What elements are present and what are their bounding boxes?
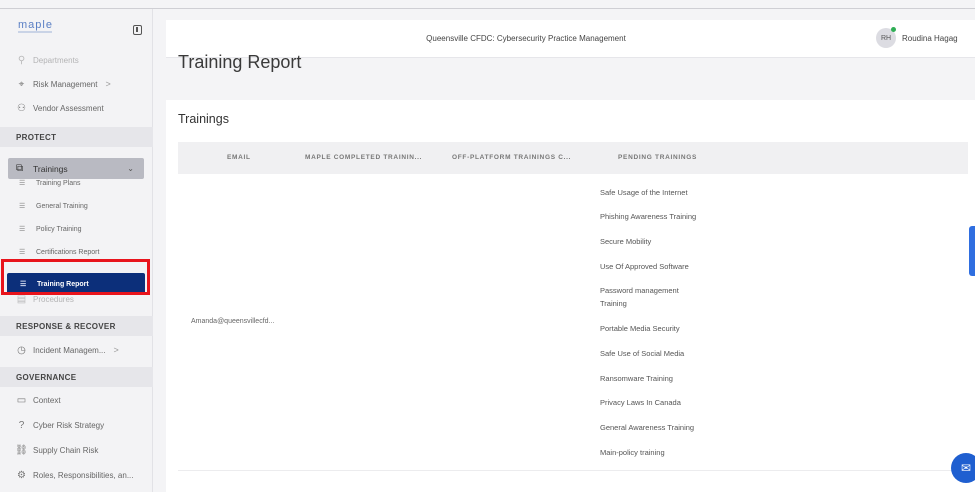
sidebar-subitem-label: General Training (36, 202, 88, 210)
sidebar-item-label: Vendor Assessment (33, 103, 104, 113)
radar-icon: ⌖ (18, 78, 25, 90)
collapse-sidebar-icon[interactable] (133, 25, 142, 35)
pending-training-item: Training (600, 299, 627, 308)
list-icon: ☰ (19, 249, 26, 256)
sidebar-item-risk-management[interactable]: ⌖ Risk Management > (16, 75, 111, 93)
trainings-card: Trainings EMAIL MAPLE COMPLETED TRAININ.… (166, 100, 975, 492)
pending-training-item: Password management (600, 286, 679, 295)
sidebar-item-label: Incident Managem... (33, 345, 106, 355)
supply-chain-icon: ⛓ (15, 444, 28, 456)
pending-training-item: Safe Use of Social Media (600, 349, 685, 358)
sidebar-item-incident-management[interactable]: ◷ Incident Managem... > (16, 341, 119, 359)
pending-training-item: Safe Usage of the Internet (600, 188, 688, 197)
sidebar-subitem-label: Policy Training (36, 225, 82, 233)
column-header-email[interactable]: EMAIL (227, 154, 251, 161)
sidebar-subitem-label: Certifications Report (36, 248, 100, 256)
sidebar: maple ⚲ Departments ⌖ Risk Management > … (0, 9, 153, 492)
procedures-icon: ▤ (16, 293, 27, 305)
highlight-annotation-box (1, 259, 150, 295)
document-icon: ▭ (16, 394, 27, 406)
online-status-icon (891, 27, 896, 32)
sidebar-item-label: Roles, Responsibilities, an... (33, 470, 134, 480)
column-header-pending[interactable]: PENDING TRAININGS (618, 154, 697, 161)
pending-training-item: Portable Media Security (600, 324, 680, 333)
column-header-off-platform[interactable]: OFF-PLATFORM TRAININGS C... (452, 154, 571, 161)
chevron-right-icon: > (113, 345, 119, 355)
clock-icon: ◷ (17, 344, 26, 356)
roles-icon: ⚙ (17, 469, 26, 481)
chat-button[interactable]: ✉ (951, 453, 975, 483)
user-name[interactable]: Roudina Hagag (902, 34, 958, 43)
pending-training-item: Privacy Laws In Canada (600, 398, 681, 407)
section-response-recover: RESPONSE & RECOVER (0, 316, 153, 336)
section-protect: PROTECT (0, 127, 153, 147)
table-header: EMAIL MAPLE COMPLETED TRAININ... OFF-PLA… (178, 142, 968, 174)
sidebar-subitem-certifications-report[interactable]: ☰ Certifications Report (19, 244, 99, 260)
table-row-divider (178, 470, 968, 471)
sidebar-item-departments[interactable]: ⚲ Departments (16, 51, 79, 69)
page-title: Training Report (178, 52, 302, 72)
sidebar-item-label: Supply Chain Risk (33, 445, 99, 455)
sidebar-item-label: Procedures (33, 294, 74, 304)
list-icon: ☰ (19, 226, 26, 233)
pending-training-item: Main-policy training (600, 448, 665, 457)
sidebar-item-vendor-assessment[interactable]: ⚇ Vendor Assessment (16, 99, 104, 117)
section-governance: GOVERNANCE (0, 367, 153, 387)
feedback-tab[interactable] (969, 226, 975, 276)
sidebar-item-label: Departments (33, 55, 79, 65)
pending-training-item: Phishing Awareness Training (600, 212, 697, 221)
training-icon: ⧉ (16, 163, 24, 174)
sidebar-item-supply-chain-risk[interactable]: ⛓ Supply Chain Risk (15, 441, 99, 459)
pending-training-item: General Awareness Training (600, 423, 695, 432)
sidebar-subitem-training-plans[interactable]: ☰ Training Plans (19, 175, 81, 191)
list-icon: ☰ (19, 203, 26, 210)
sidebar-subitem-general-training[interactable]: ☰ General Training (19, 198, 88, 214)
maple-logo: maple (18, 19, 53, 31)
sidebar-item-label: Cyber Risk Strategy (33, 420, 105, 430)
sidebar-subitem-label: Training Plans (36, 179, 81, 187)
pending-training-item: Use Of Approved Software (600, 262, 689, 271)
people-icon: ⚇ (17, 102, 26, 114)
sidebar-item-label: Risk Management (33, 79, 98, 89)
strategy-icon: ? (18, 419, 25, 431)
chevron-down-icon: ⌄ (127, 164, 134, 173)
organization-title: Queensville CFDC: Cybersecurity Practice… (426, 34, 626, 43)
sidebar-item-roles[interactable]: ⚙ Roles, Responsibilities, an... (16, 466, 134, 484)
sidebar-item-cyber-risk-strategy[interactable]: ? Cyber Risk Strategy (16, 416, 104, 434)
chevron-right-icon: > (105, 79, 111, 89)
org-icon: ⚲ (17, 54, 26, 66)
pending-training-item: Ransomware Training (600, 374, 673, 383)
pending-training-item: Secure Mobility (600, 237, 652, 246)
list-icon: ☰ (19, 180, 26, 187)
sidebar-item-label: Trainings (33, 163, 68, 174)
card-title: Trainings (178, 112, 229, 126)
chat-icon: ✉ (960, 461, 972, 475)
email-cell: Amanda@queensvillecfd... (191, 318, 275, 325)
column-header-maple-completed[interactable]: MAPLE COMPLETED TRAININ... (305, 154, 422, 161)
sidebar-item-label: Context (33, 395, 61, 405)
sidebar-subitem-policy-training[interactable]: ☰ Policy Training (19, 221, 82, 237)
sidebar-item-context[interactable]: ▭ Context (16, 391, 61, 409)
logo-tagline (18, 31, 52, 33)
